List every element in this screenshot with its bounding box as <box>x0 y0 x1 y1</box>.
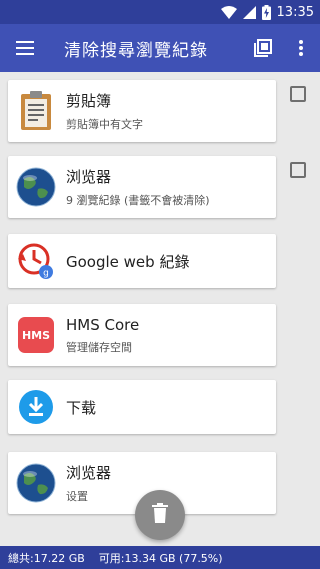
watermark: 下载下载 <box>205 490 265 506</box>
signal-icon <box>242 5 256 19</box>
list-item-download[interactable]: 下载 <box>8 380 276 434</box>
list-item-hms-core[interactable]: HMS HMS Core 管理儲存空間 <box>8 304 276 366</box>
google-history-icon: g <box>8 233 64 289</box>
trash-icon <box>152 503 168 527</box>
more-vert-icon[interactable] <box>282 24 320 72</box>
status-time: 13:35 <box>276 4 314 20</box>
globe-icon <box>8 159 64 215</box>
list-item-browser[interactable]: 浏览器 9 瀏覽紀錄 (書籤不會被清除) <box>8 156 276 218</box>
item-name: Google web 紀錄 <box>66 252 190 271</box>
storage-footer: 總共:17.22 GB 可用:13.34 GB (77.5%) <box>0 546 320 569</box>
item-name: 浏览器 <box>66 168 112 186</box>
item-subtitle: 9 瀏覽紀錄 (書籤不會被清除) <box>66 194 210 207</box>
svg-text:HMS: HMS <box>22 329 50 342</box>
storage-available: 可用:13.34 GB (77.5%) <box>98 551 223 565</box>
item-name: 浏览器 <box>66 464 112 482</box>
clipboard-icon <box>8 83 64 139</box>
svg-text:g: g <box>43 269 49 279</box>
download-icon <box>8 379 64 435</box>
item-name: 下载 <box>66 398 97 417</box>
list-item-clipboard[interactable]: 剪貼簿 剪貼簿中有文字 <box>8 80 276 142</box>
item-name: HMS Core <box>66 315 140 334</box>
hms-core-icon: HMS <box>8 307 64 363</box>
storage-total: 總共:17.22 GB <box>8 551 85 565</box>
checkbox-clipboard[interactable] <box>290 86 306 102</box>
page-title: 清除搜尋瀏覽紀錄 <box>64 40 208 61</box>
menu-icon[interactable] <box>0 24 50 72</box>
wifi-icon <box>220 5 237 19</box>
item-subtitle: 管理儲存空間 <box>66 340 132 354</box>
select-all-icon[interactable] <box>244 24 282 72</box>
item-subtitle: 设置 <box>66 490 88 503</box>
item-name: 剪貼簿 <box>66 92 112 110</box>
globe-icon <box>8 455 64 511</box>
battery-charging-icon <box>261 4 271 20</box>
status-bar: 13:35 <box>0 0 320 24</box>
delete-fab[interactable] <box>135 490 185 540</box>
app-bar: 清除搜尋瀏覽紀錄 <box>0 24 320 72</box>
checkbox-browser[interactable] <box>290 162 306 178</box>
list-item-google-web[interactable]: g Google web 紀錄 <box>8 234 276 288</box>
item-subtitle: 剪貼簿中有文字 <box>66 118 143 131</box>
